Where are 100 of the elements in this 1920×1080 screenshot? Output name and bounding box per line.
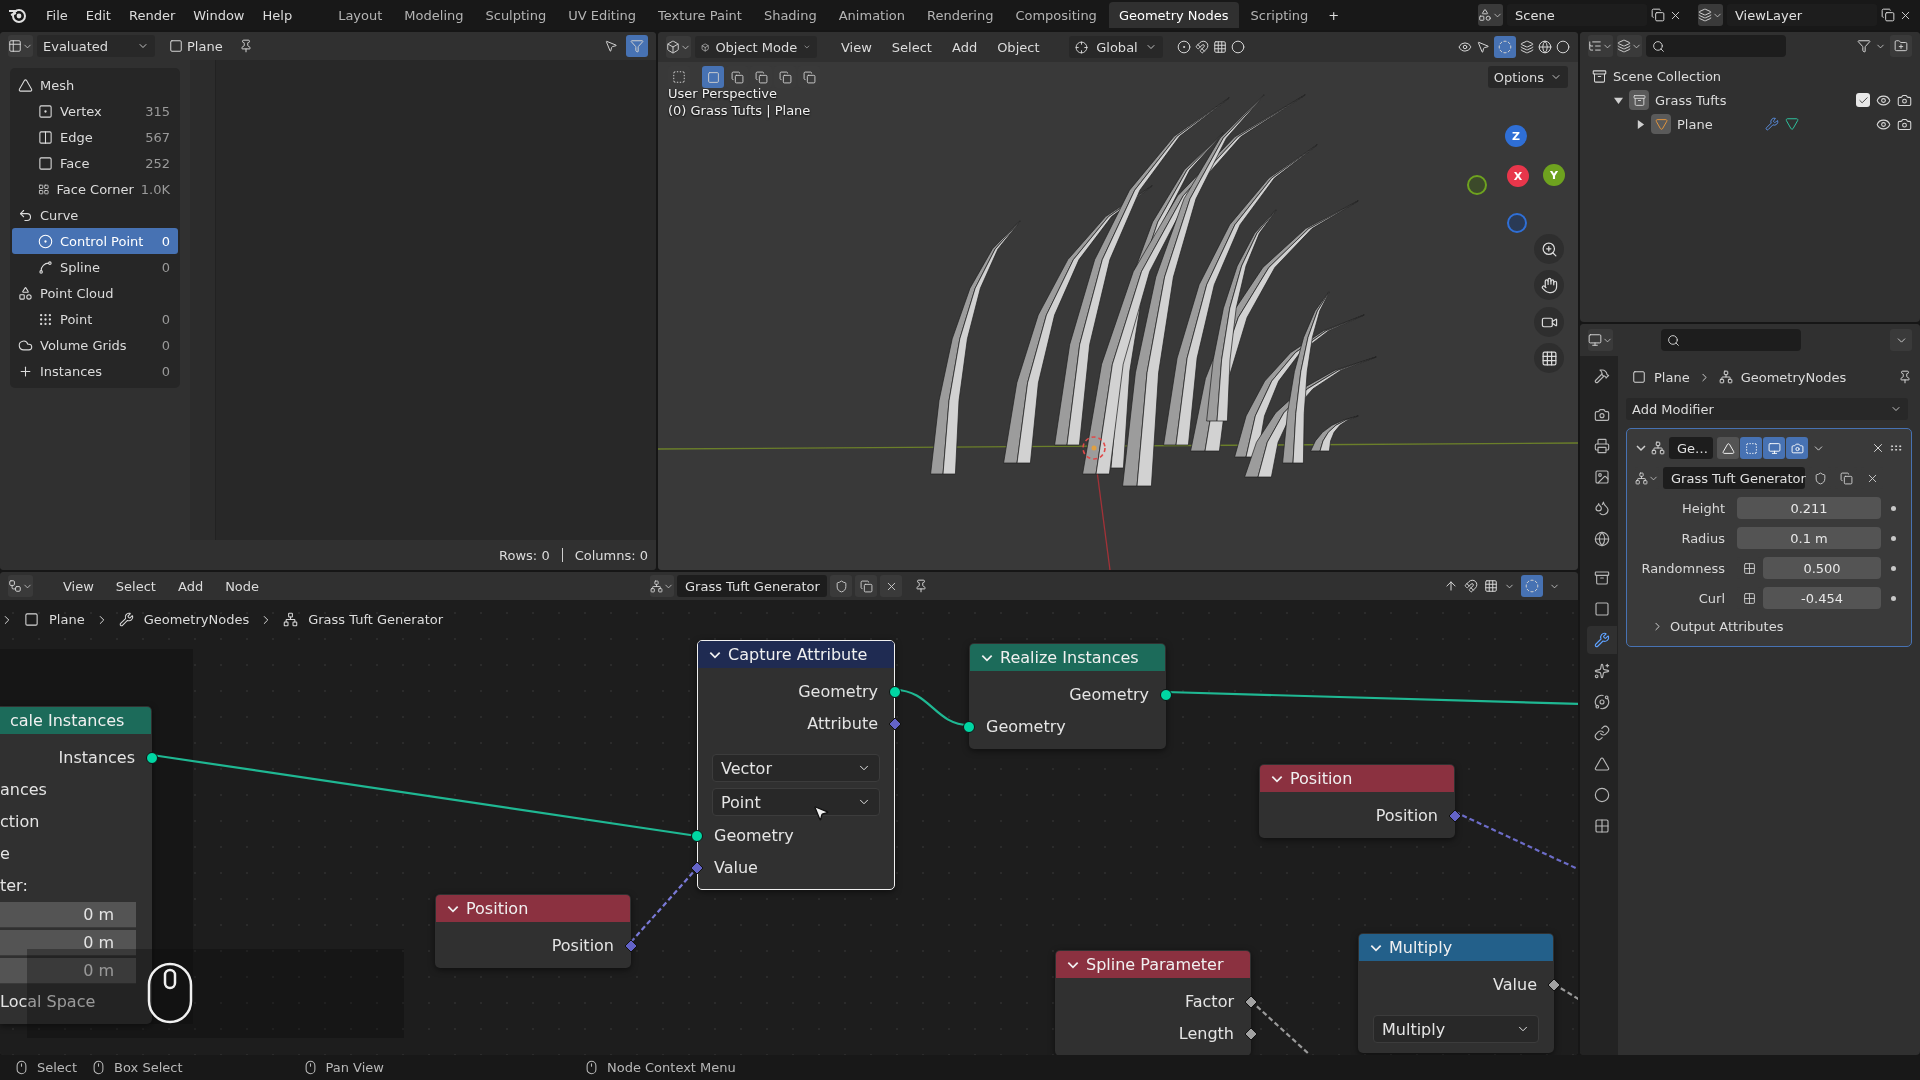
node-title: Position: [1290, 769, 1353, 788]
view-layer-name-field[interactable]: ViewLayer: [1727, 4, 1877, 26]
node-title: Position: [466, 899, 529, 918]
node-header[interactable]: Realize Instances: [970, 644, 1165, 671]
axis-label[interactable]: X: [1507, 165, 1529, 187]
node-card[interactable]: Position Position: [435, 894, 631, 968]
status-hint: Select: [37, 1060, 78, 1075]
domain-item[interactable]: Volume Grids 0: [12, 332, 178, 358]
domain-item[interactable]: Instances 0: [12, 358, 178, 384]
node-header[interactable]: cale Instances: [0, 707, 151, 734]
node-group-field[interactable]: Grass Tuft Generator: [677, 575, 827, 597]
evaluation-dropdown[interactable]: Evaluated: [37, 35, 155, 57]
scene-name-field[interactable]: Scene: [1507, 4, 1647, 26]
menu-item[interactable]: Edit: [77, 3, 119, 27]
domain-item[interactable]: Face 252: [12, 150, 178, 176]
number-field[interactable]: 0 m: [0, 958, 136, 984]
menu-item[interactable]: Help: [254, 3, 301, 27]
menu-item[interactable]: Select: [107, 574, 164, 598]
breadcrumb-item: Plane: [49, 612, 85, 627]
add-workspace-button[interactable]: +: [1320, 3, 1348, 27]
socket-label: Position: [1375, 805, 1438, 825]
socket-label: Instances: [58, 747, 135, 767]
domain-item[interactable]: Point 0: [12, 306, 178, 332]
node-dropdown[interactable]: Point: [712, 788, 880, 816]
input-label: ction: [0, 811, 40, 831]
node-dropdown[interactable]: Vector: [712, 754, 880, 782]
domain-item[interactable]: Control Point 0: [12, 228, 178, 254]
menu-item[interactable]: Object: [989, 35, 1048, 59]
workspace-tab[interactable]: Animation: [828, 2, 915, 28]
orientation-dropdown[interactable]: Global: [1069, 36, 1164, 58]
node-header[interactable]: Position: [436, 895, 630, 922]
domain-item[interactable]: Curve: [12, 202, 178, 228]
menu-item[interactable]: Add: [943, 35, 986, 59]
node-title: Spline Parameter: [1086, 955, 1224, 974]
mode-dropdown[interactable]: Object Mode: [695, 36, 817, 58]
number-field[interactable]: 0.500: [1763, 557, 1881, 579]
workspace-tab[interactable]: Layout: [328, 2, 393, 28]
workspace-tab[interactable]: Sculpting: [475, 2, 557, 28]
socket-label: Value: [714, 857, 758, 877]
domain-item[interactable]: Spline 0: [12, 254, 178, 280]
axis-label[interactable]: Z: [1505, 125, 1527, 147]
domain-item[interactable]: Edge 567: [12, 124, 178, 150]
outliner-item[interactable]: Grass Tufts: [1655, 92, 1727, 108]
node-card[interactable]: Position Position: [1259, 764, 1455, 838]
outliner-item[interactable]: Scene Collection: [1613, 68, 1722, 84]
menu-item[interactable]: View: [55, 574, 102, 598]
node-group-field[interactable]: Grass Tuft Generator: [1663, 467, 1805, 489]
node-header[interactable]: Position: [1260, 765, 1454, 792]
number-field[interactable]: 0 m: [0, 930, 136, 956]
outliner-item[interactable]: Plane: [1677, 116, 1713, 132]
columns-count: Columns: 0: [574, 547, 648, 563]
workspace-tab[interactable]: Scripting: [1240, 2, 1319, 28]
menu-item[interactable]: Add: [169, 574, 212, 598]
workspace-tab[interactable]: Texture Paint: [648, 2, 752, 28]
breadcrumb-item: Plane: [1654, 369, 1690, 385]
input-label: Height: [1681, 500, 1726, 516]
menu-item[interactable]: View: [833, 35, 880, 59]
output-attributes-expander[interactable]: Output Attributes: [1635, 615, 1903, 638]
number-field[interactable]: 0.1 m: [1737, 527, 1881, 549]
node-header[interactable]: Spline Parameter: [1056, 951, 1250, 978]
workspace-tab[interactable]: Modeling: [394, 2, 474, 28]
menu-item[interactable]: Render: [120, 3, 184, 27]
node-card[interactable]: Capture Attribute Geometry Attribute Vector Point Geometry Value: [697, 640, 895, 890]
status-hint: Box Select: [114, 1060, 183, 1075]
object-name: Plane: [187, 38, 223, 54]
node-header[interactable]: Multiply: [1359, 934, 1553, 961]
node-card[interactable]: cale Instances Instances ances ction e ter: 0 m 0 m 0 m Local Space: [0, 706, 152, 1024]
socket-label: Value: [1493, 974, 1537, 994]
menu-item[interactable]: Select: [883, 35, 940, 59]
domain-item[interactable]: Vertex 315: [12, 98, 178, 124]
domain-item[interactable]: Face Corner 1.0K: [12, 176, 178, 202]
socket-label: Geometry: [986, 716, 1066, 736]
node-header[interactable]: Capture Attribute: [698, 641, 894, 668]
workspace-tab[interactable]: Rendering: [917, 2, 1004, 28]
add-modifier-dropdown[interactable]: Add Modifier: [1626, 398, 1908, 420]
number-field[interactable]: -0.454: [1763, 587, 1881, 609]
breadcrumb-item: Grass Tuft Generator: [308, 612, 444, 627]
domain-item[interactable]: Mesh: [12, 72, 178, 98]
node-card[interactable]: Realize Instances Geometry Geometry: [969, 643, 1166, 749]
node-card[interactable]: Spline Parameter Factor Length: [1055, 950, 1251, 1055]
number-field[interactable]: 0.211: [1737, 497, 1881, 519]
node-card[interactable]: Multiply Value Multiply: [1358, 933, 1554, 1053]
node-dropdown[interactable]: Multiply: [1373, 1015, 1539, 1043]
menu-item[interactable]: Node: [217, 574, 268, 598]
node-title: Realize Instances: [1000, 648, 1139, 667]
node-title: cale Instances: [10, 711, 125, 730]
menu-item[interactable]: File: [38, 3, 76, 27]
socket-label: Geometry: [798, 681, 878, 701]
menu-item[interactable]: Window: [185, 3, 253, 27]
rows-count: Rows: 0: [499, 547, 550, 563]
options-dropdown[interactable]: Options: [1487, 66, 1568, 88]
number-field[interactable]: 0 m: [0, 902, 136, 928]
modifier-name-field[interactable]: Ge…: [1669, 437, 1713, 459]
socket-label: Geometry: [714, 825, 794, 845]
workspace-tab[interactable]: Shading: [753, 2, 827, 28]
domain-item[interactable]: Point Cloud: [12, 280, 178, 306]
socket-label: Attribute: [807, 713, 878, 733]
workspace-tab[interactable]: Geometry Nodes: [1108, 2, 1239, 28]
workspace-tab[interactable]: UV Editing: [558, 2, 646, 28]
workspace-tab[interactable]: Compositing: [1005, 2, 1107, 28]
